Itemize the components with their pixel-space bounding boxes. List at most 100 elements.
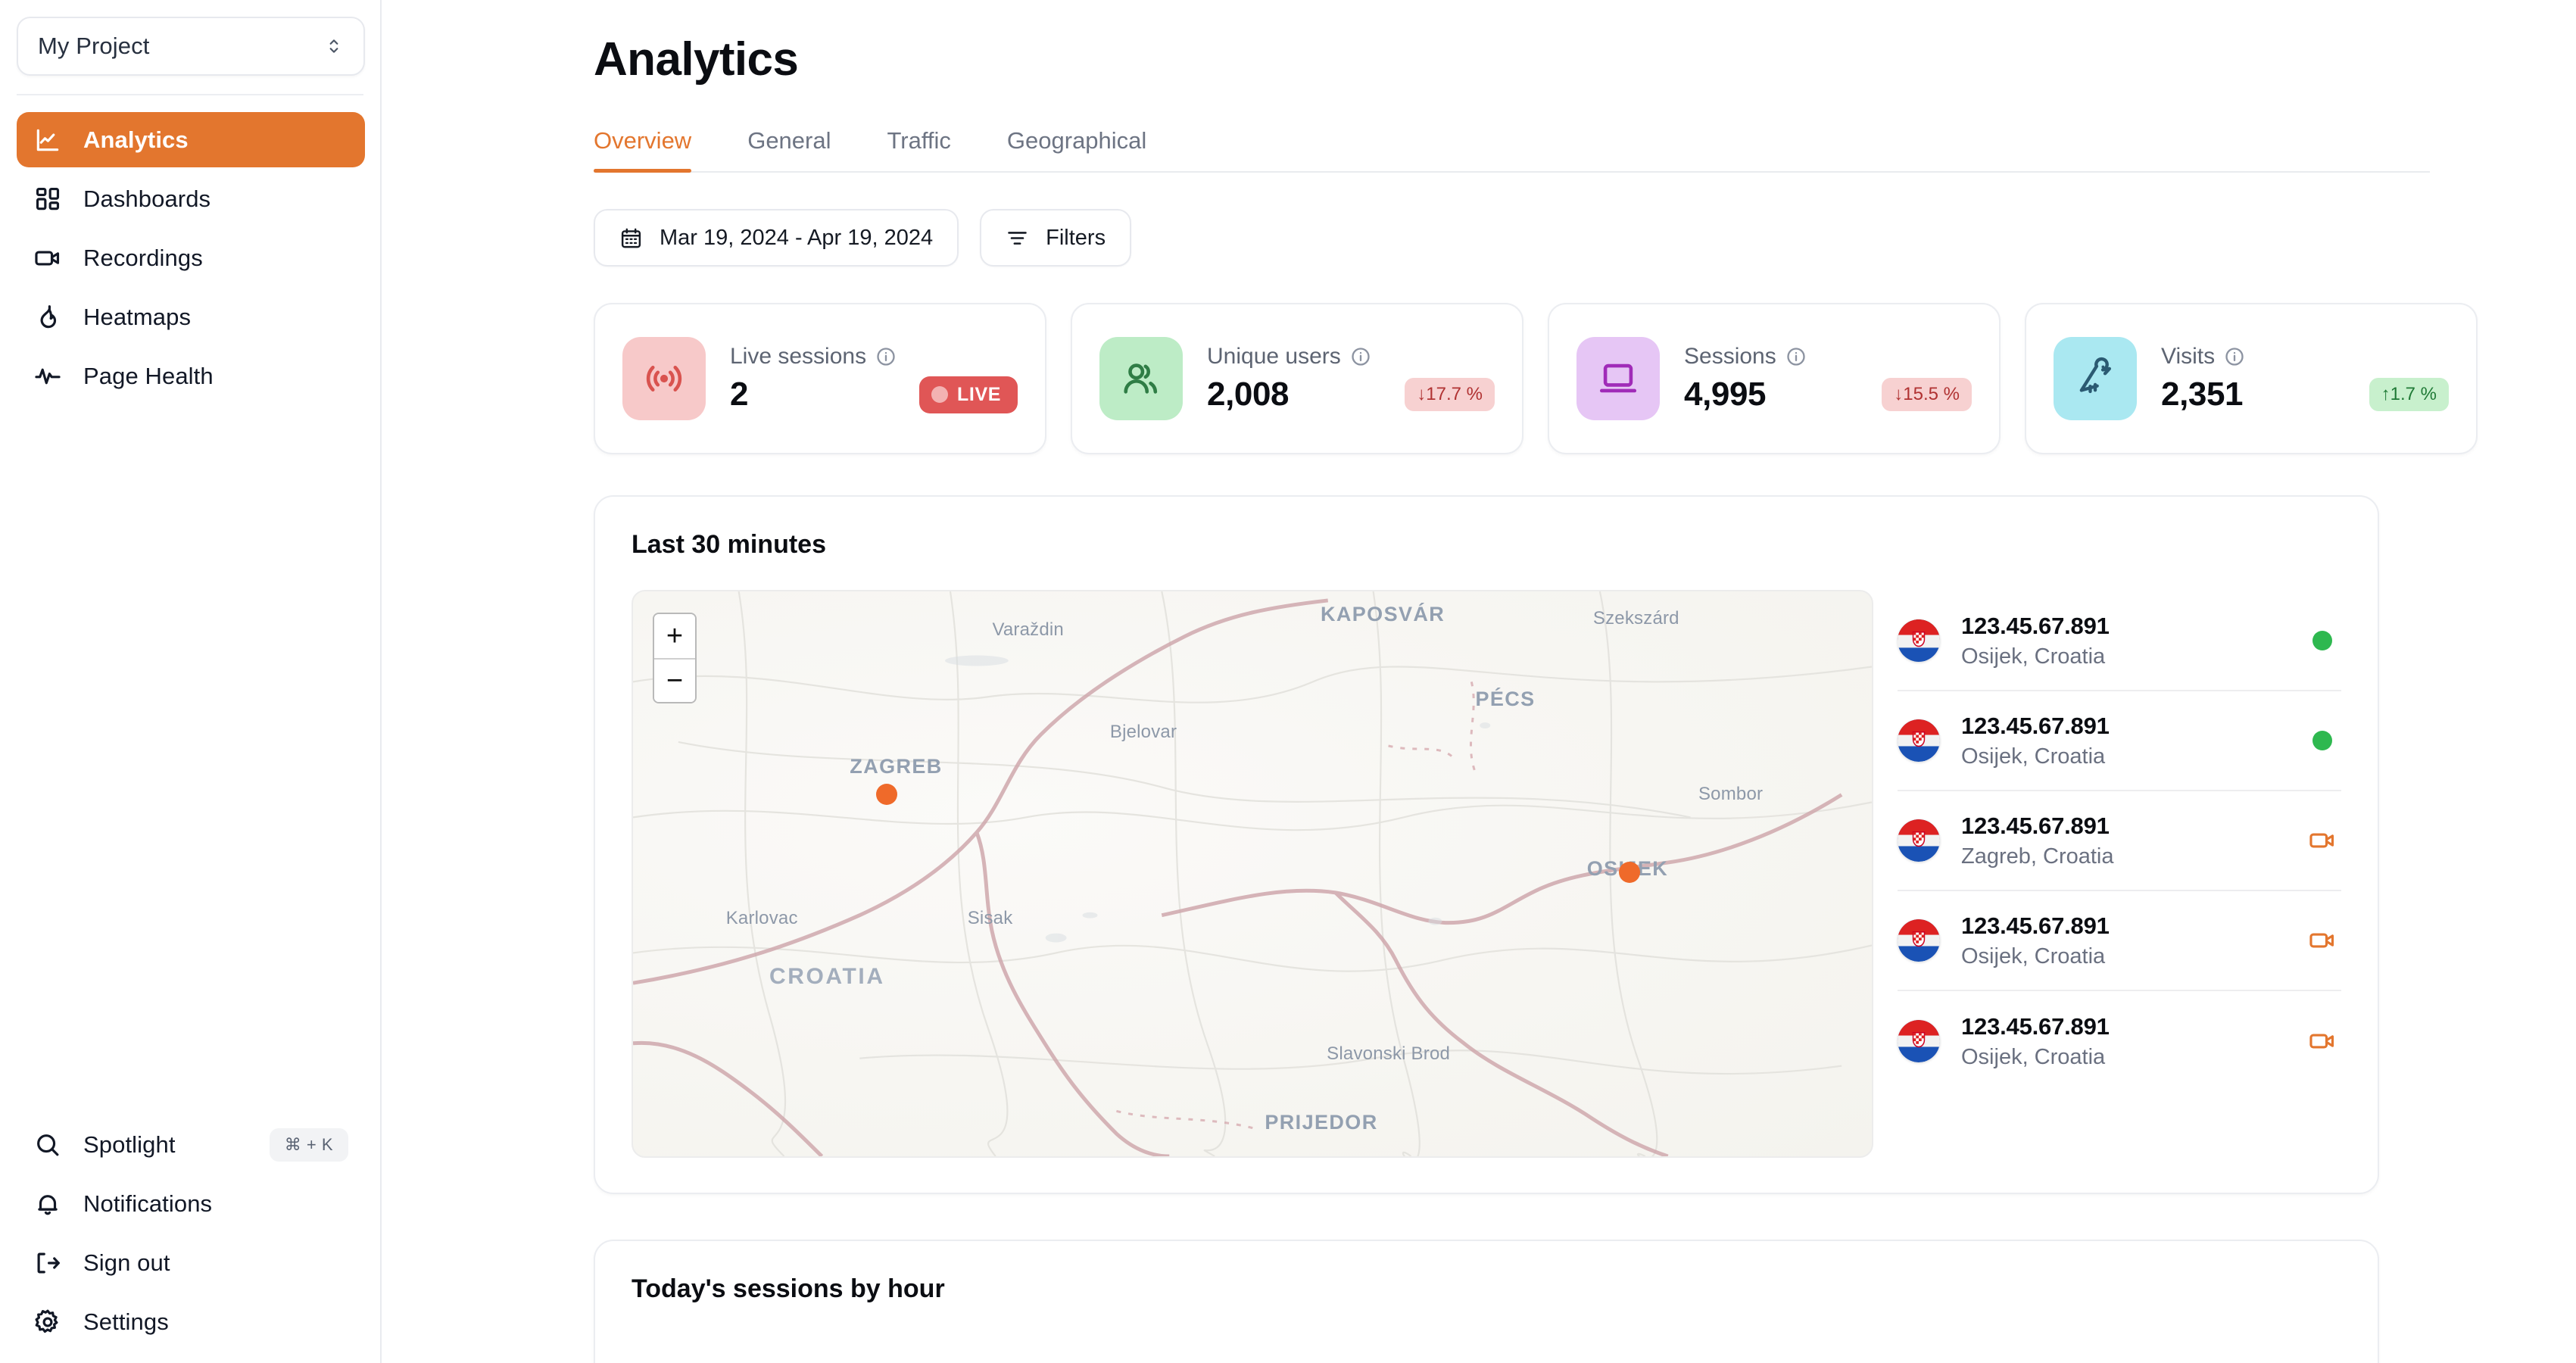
- sidebar-nav: Analytics Dashboards Recordings Heatmaps…: [17, 112, 365, 404]
- map-label: Karlovac: [725, 907, 798, 928]
- green-dot-icon: [2312, 731, 2332, 750]
- video-camera-icon: [2309, 1034, 2334, 1049]
- status-badge: LIVE: [919, 376, 1018, 413]
- session-ip: 123.45.67.891: [1961, 1012, 2110, 1040]
- sidebar-item-sign-out[interactable]: Sign out: [17, 1235, 365, 1290]
- sidebar-item-page-health[interactable]: Page Health: [17, 348, 365, 404]
- stat-card-unique-users[interactable]: Unique users 2,008 ↓17.7 %: [1071, 303, 1523, 454]
- bell-icon: [33, 1190, 62, 1218]
- main-content: Analytics Overview General Traffic Geogr…: [382, 0, 2576, 1363]
- session-ip: 123.45.67.891: [1961, 912, 2110, 939]
- map-marker-zagreb[interactable]: [875, 783, 897, 805]
- stat-value: 2,351: [2161, 376, 2244, 413]
- sidebar-item-label: Heatmaps: [83, 303, 192, 330]
- list-item[interactable]: 123.45.67.891 Osijek, Croatia: [1898, 891, 2341, 991]
- app-root: My Project Analytics Dashboards Recordin…: [0, 0, 2576, 1363]
- status-indicator[interactable]: [2303, 822, 2341, 859]
- session-location: Osijek, Croatia: [1961, 1044, 2106, 1069]
- stat-card-visits[interactable]: Visits 2,351 ↑1.7 %: [2025, 303, 2478, 454]
- stat-value: 2: [730, 376, 749, 413]
- map-zoom-out-button[interactable]: −: [654, 658, 695, 702]
- video-camera-icon: [33, 244, 62, 273]
- change-badge: ↑1.7 %: [2369, 378, 2449, 411]
- map-label: ZAGREB: [850, 755, 943, 778]
- status-indicator: [2303, 622, 2341, 660]
- list-item[interactable]: 123.45.67.891 Osijek, Croatia: [1898, 691, 2341, 791]
- info-icon[interactable]: [2224, 346, 2245, 367]
- line-chart-icon: [33, 126, 62, 154]
- session-location: Zagreb, Croatia: [1961, 844, 2114, 869]
- change-badge: ↓17.7 %: [1405, 378, 1495, 411]
- tab-overview[interactable]: Overview: [594, 127, 692, 173]
- sidebar-item-label: Recordings: [83, 244, 203, 271]
- stat-cards: Live sessions 2 LIVE Unique users 2,008 …: [594, 303, 2576, 454]
- stat-label: Live sessions: [730, 344, 867, 369]
- chevron-up-down-icon: [329, 39, 338, 53]
- sidebar-item-analytics[interactable]: Analytics: [17, 112, 365, 167]
- list-item[interactable]: 123.45.67.891 Osijek, Croatia: [1898, 591, 2341, 691]
- sidebar-item-settings[interactable]: Settings: [17, 1294, 365, 1349]
- spotlight-shortcut: ⌘ + K: [269, 1128, 348, 1162]
- video-camera-icon: [2309, 833, 2334, 848]
- status-indicator[interactable]: [2303, 1022, 2341, 1060]
- stat-label: Sessions: [1684, 344, 1776, 369]
- map-zoom-controls[interactable]: + −: [653, 613, 697, 703]
- sidebar-item-dashboards[interactable]: Dashboards: [17, 171, 365, 226]
- map-label: KAPOSVÁR: [1320, 602, 1445, 625]
- filters-button[interactable]: Filters: [980, 209, 1132, 267]
- info-icon[interactable]: [875, 346, 897, 367]
- stat-card-live-sessions[interactable]: Live sessions 2 LIVE: [594, 303, 1046, 454]
- date-range-picker[interactable]: Mar 19, 2024 - Apr 19, 2024: [594, 209, 959, 267]
- sidebar-item-label: Sign out: [83, 1249, 170, 1276]
- croatia-flag-icon: [1898, 819, 1940, 862]
- search-icon: [33, 1131, 62, 1159]
- sidebar-item-recordings[interactable]: Recordings: [17, 230, 365, 285]
- list-item[interactable]: 123.45.67.891 Zagreb, Croatia: [1898, 791, 2341, 891]
- status-indicator[interactable]: [2303, 922, 2341, 959]
- project-name: My Project: [38, 33, 150, 59]
- sidebar-item-heatmaps[interactable]: Heatmaps: [17, 289, 365, 345]
- users-icon: [1099, 337, 1183, 420]
- change-badge: ↓15.5 %: [1882, 378, 1972, 411]
- stat-label: Unique users: [1207, 344, 1341, 369]
- sidebar-item-label: Dashboards: [83, 185, 211, 212]
- tab-traffic[interactable]: Traffic: [887, 127, 951, 171]
- croatia-flag-icon: [1898, 719, 1940, 762]
- project-selector[interactable]: My Project: [17, 17, 365, 76]
- session-location: Osijek, Croatia: [1961, 943, 2106, 968]
- filter-icon: [1008, 231, 1027, 245]
- bird-icon: [2054, 337, 2137, 420]
- sidebar-item-spotlight[interactable]: Spotlight ⌘ + K: [17, 1117, 365, 1172]
- live-session-map[interactable]: + − Varaždin KAPOSVÁR Szekszárd PÉCS Bje…: [632, 590, 1873, 1158]
- sidebar-item-label: Analytics: [83, 126, 189, 153]
- date-range-label: Mar 19, 2024 - Apr 19, 2024: [660, 225, 934, 250]
- session-location: Osijek, Croatia: [1961, 744, 2106, 769]
- tab-geographical[interactable]: Geographical: [1007, 127, 1146, 171]
- live-dot-icon: [931, 386, 949, 403]
- sidebar: My Project Analytics Dashboards Recordin…: [0, 0, 382, 1363]
- map-label: Slavonski Brod: [1327, 1043, 1451, 1064]
- panel-title: Last 30 minutes: [632, 530, 826, 559]
- info-icon[interactable]: [1350, 346, 1371, 367]
- toolbar: Mar 19, 2024 - Apr 19, 2024 Filters: [594, 209, 2576, 267]
- croatia-flag-icon: [1898, 619, 1940, 662]
- tab-general[interactable]: General: [747, 127, 831, 171]
- session-ip: 123.45.67.891: [1961, 712, 2110, 739]
- sign-out-icon: [33, 1249, 62, 1277]
- live-sessions-panel: Last 30 minutes + − Varaždin KAPOSVÁR Sz…: [594, 495, 2379, 1194]
- sidebar-item-notifications[interactable]: Notifications: [17, 1176, 365, 1231]
- broadcast-icon: [622, 337, 706, 420]
- stat-card-sessions[interactable]: Sessions 4,995 ↓15.5 %: [1548, 303, 2001, 454]
- map-marker-osijek[interactable]: [1619, 861, 1641, 883]
- calendar-icon: [621, 228, 641, 248]
- session-ip: 123.45.67.891: [1961, 612, 2110, 639]
- info-icon[interactable]: [1785, 346, 1807, 367]
- sidebar-item-label: Page Health: [83, 362, 214, 389]
- map-label: Bjelovar: [1109, 721, 1177, 742]
- map-label: CROATIA: [769, 964, 885, 990]
- sidebar-footer: Spotlight ⌘ + K Notifications Sign out S…: [17, 1117, 365, 1363]
- croatia-flag-icon: [1898, 919, 1940, 962]
- session-location: Osijek, Croatia: [1961, 644, 2106, 669]
- map-zoom-in-button[interactable]: +: [654, 614, 695, 658]
- list-item[interactable]: 123.45.67.891 Osijek, Croatia: [1898, 991, 2341, 1091]
